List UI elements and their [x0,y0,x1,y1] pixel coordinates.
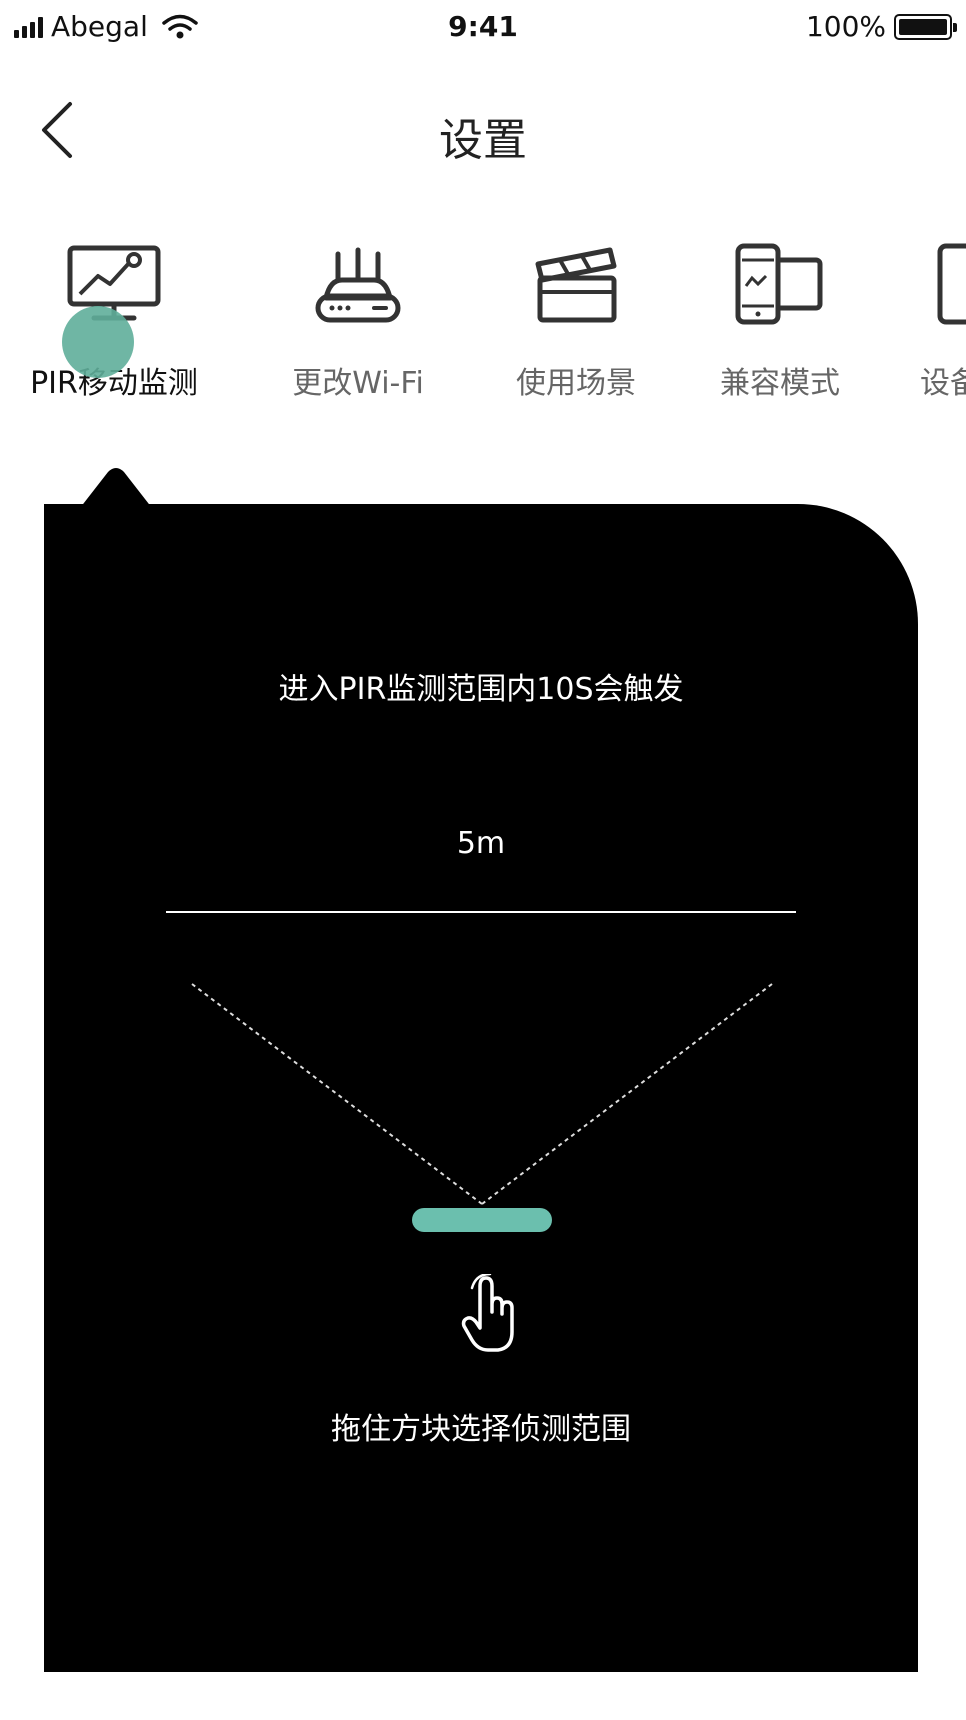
tab-label: 使用场景 [516,366,636,400]
feature-tabs: PIR移动监测 更改Wi-Fi 使用场景 兼容模式 设备 [0,240,966,400]
battery-fill [899,18,947,35]
nav-bar: 设置 [0,80,966,180]
tab-compat-mode[interactable]: 兼容模式 [680,240,880,400]
fov-left-edge [191,983,483,1205]
tab-usage-scene[interactable]: 使用场景 [476,240,676,400]
clapperboard-icon [535,247,617,323]
tab-label: 设备 [920,366,966,400]
status-right: 100% [805,10,957,43]
fov-right-edge [481,983,773,1205]
page-title: 设置 [439,115,527,166]
detection-field [191,983,773,1205]
touch-indicator [62,306,134,378]
tab-change-wifi[interactable]: 更改Wi-Fi [258,240,458,400]
battery-percentage: 100% [805,10,886,43]
tab-label: 更改Wi-Fi [292,366,424,400]
hand-pointer-icon [461,1274,514,1352]
status-bar: Abegal 9:41 100% [0,0,966,56]
battery-icon [894,13,957,40]
pir-range-panel: 进入PIR监测范围内10S会触发 5m 拖住方块选择侦测范围 [44,504,918,1672]
tab-label: 兼容模式 [720,366,840,400]
panel-pointer [80,468,152,508]
devices-icon [735,243,823,325]
router-icon [315,247,401,323]
drag-hint: 拖住方块选择侦测范围 [331,1412,631,1447]
device-icon [937,243,966,325]
tab-device[interactable]: 设备 [880,240,966,400]
range-drag-block[interactable] [412,1208,552,1232]
